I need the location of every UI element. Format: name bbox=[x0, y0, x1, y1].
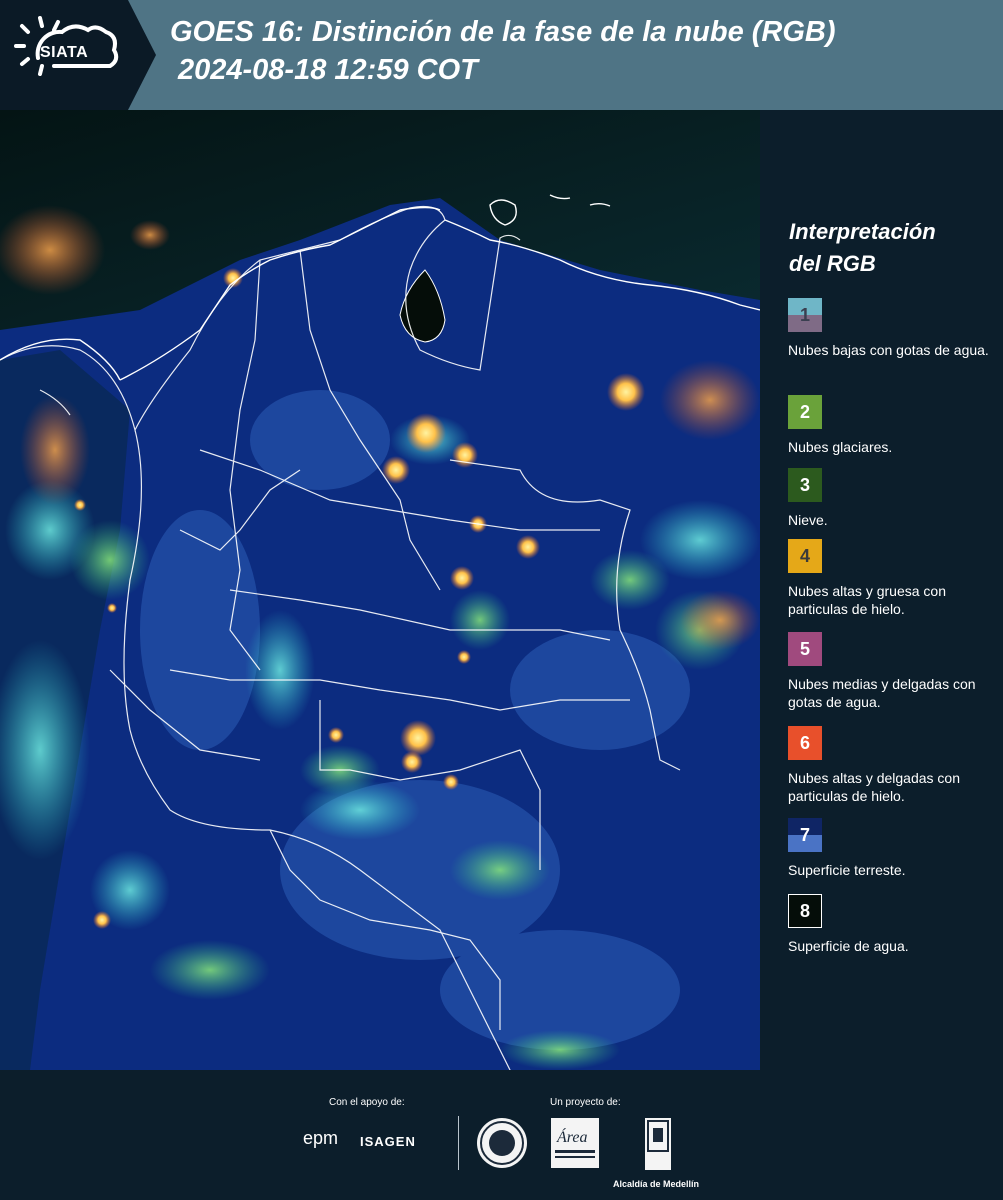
legend-item-3: 3 Nieve. bbox=[788, 468, 1000, 529]
project-label: Un proyecto de: bbox=[550, 1097, 621, 1108]
logo-text: SIATA bbox=[40, 44, 89, 61]
legend-item-6: 6 Nubes altas y delgadas con particulas … bbox=[788, 726, 1000, 805]
satellite-map bbox=[0, 110, 760, 1070]
legend-swatch-5: 5 bbox=[788, 632, 822, 666]
header: SIATA GOES 16: Distinción de la fase de … bbox=[0, 0, 1003, 110]
legend-number-1: 1 bbox=[799, 304, 810, 325]
legend-number-5: 5 bbox=[799, 638, 810, 659]
page-timestamp: 2024-08-18 12:59 COT bbox=[178, 54, 478, 86]
support-label: Con el apoyo de: bbox=[329, 1097, 405, 1108]
isagen-logo: ISAGEN bbox=[360, 1134, 416, 1149]
legend-swatch-2: 2 bbox=[788, 395, 822, 429]
epm-logo: epm bbox=[303, 1128, 339, 1148]
logo-arrow bbox=[128, 0, 156, 110]
legend-number-2: 2 bbox=[799, 401, 810, 422]
legend-item-7: 7 Superficie terreste. bbox=[788, 818, 1000, 879]
alcaldia-shield-icon bbox=[645, 1118, 671, 1170]
legend-item-5: 5 Nubes medias y delgadas con gotas de a… bbox=[788, 632, 1000, 711]
siata-logo: SIATA bbox=[0, 0, 128, 110]
legend-item-2: 2 Nubes glaciares. bbox=[788, 395, 1000, 456]
legend-title-line2: del RGB bbox=[789, 251, 876, 276]
legend-swatch-3: 3 bbox=[788, 468, 822, 502]
legend-item-4: 4 Nubes altas y gruesa con particulas de… bbox=[788, 539, 1000, 618]
legend-label-4: Nubes altas y gruesa con particulas de h… bbox=[788, 583, 946, 617]
page-title: GOES 16: Distinción de la fase de la nub… bbox=[170, 16, 836, 48]
legend-number-4: 4 bbox=[799, 545, 810, 566]
legend-swatch-1: 1 bbox=[788, 298, 822, 332]
legend-label-2: Nubes glaciares. bbox=[788, 439, 893, 455]
satellite-map-canvas bbox=[0, 110, 760, 1070]
legend-number-3: 3 bbox=[799, 474, 810, 495]
legend-item-1: 1 Nubes bajas con gotas de agua. bbox=[788, 298, 1000, 359]
university-seal-icon bbox=[477, 1118, 527, 1168]
alcaldia-medellin-label: Alcaldía de Medellín bbox=[613, 1179, 700, 1189]
legend-number-6: 6 bbox=[799, 732, 810, 753]
legend-swatch-4: 4 bbox=[788, 539, 822, 573]
legend-label-1: Nubes bajas con gotas de agua. bbox=[788, 342, 989, 358]
footer: Con el apoyo de: Un proyecto de: epm ISA… bbox=[0, 1070, 1003, 1200]
legend-swatch-8: 8 bbox=[788, 894, 822, 928]
legend-swatch-7: 7 bbox=[788, 818, 822, 852]
legend-label-8: Superficie de agua. bbox=[788, 938, 909, 954]
legend-label-6: Nubes altas y delgadas con particulas de… bbox=[788, 770, 960, 804]
area-metropolitana-logo: Área bbox=[551, 1118, 599, 1168]
legend-number-8: 8 bbox=[799, 900, 810, 921]
area-logo-text: Área bbox=[556, 1127, 588, 1146]
legend-title-line1: Interpretación bbox=[789, 219, 936, 244]
legend-number-7: 7 bbox=[799, 824, 810, 845]
legend-swatch-6: 6 bbox=[788, 726, 822, 760]
legend-label-5: Nubes medias y delgadas con gotas de agu… bbox=[788, 676, 976, 710]
footer-divider bbox=[458, 1116, 459, 1170]
legend-panel: Interpretación del RGB 1 Nubes bajas con… bbox=[760, 110, 1003, 1070]
legend-item-8: 8 Superficie de agua. bbox=[788, 894, 1000, 955]
legend-label-7: Superficie terreste. bbox=[788, 862, 906, 878]
legend-title: Interpretación del RGB bbox=[789, 216, 989, 280]
legend-label-3: Nieve. bbox=[788, 512, 828, 528]
